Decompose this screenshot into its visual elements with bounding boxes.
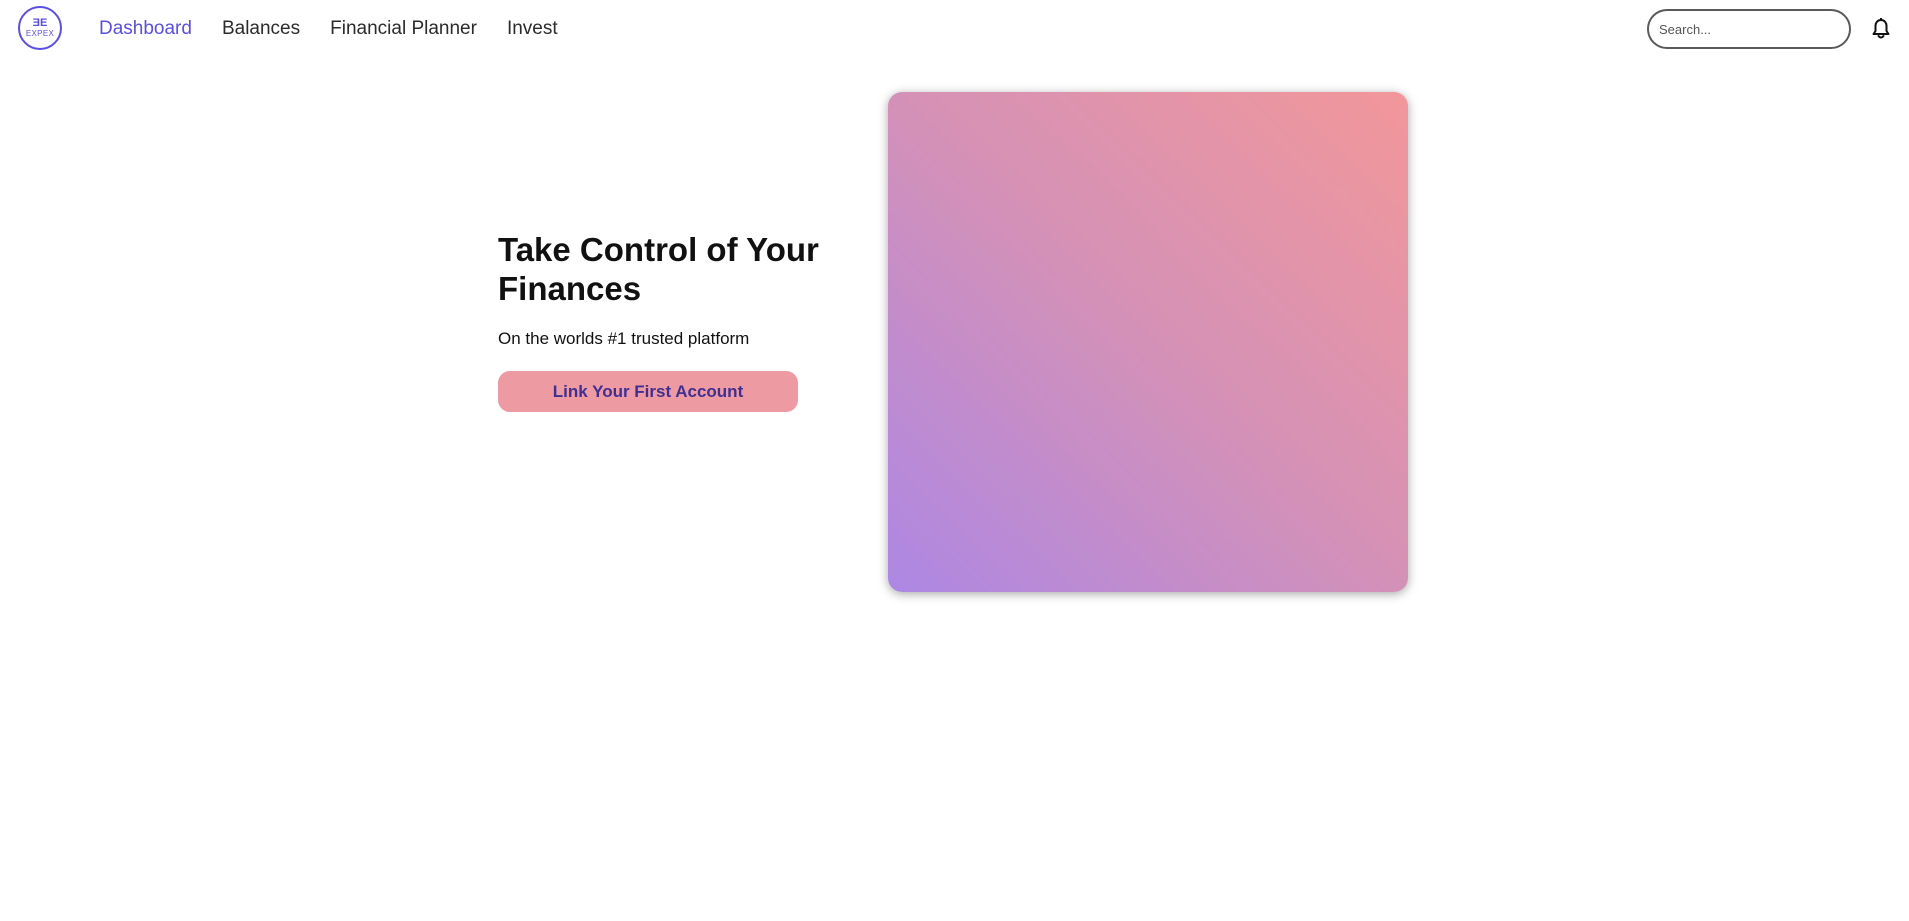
nav-financial-planner[interactable]: Financial Planner — [330, 17, 477, 40]
main-nav: Dashboard Balances Financial Planner Inv… — [99, 17, 558, 40]
hero-gradient-card — [888, 92, 1408, 592]
top-navbar: ƎE EXPEX Dashboard Balances Financial Pl… — [0, 0, 1909, 58]
logo-text: EXPEX — [25, 29, 55, 38]
nav-balances[interactable]: Balances — [222, 17, 300, 40]
search-input[interactable] — [1647, 9, 1851, 49]
expex-logo[interactable]: ƎE EXPEX — [18, 6, 62, 50]
hero-section: Take Control of Your Finances On the wor… — [498, 230, 858, 412]
link-account-button[interactable]: Link Your First Account — [498, 371, 798, 412]
bell-icon[interactable] — [1871, 18, 1891, 40]
nav-dashboard[interactable]: Dashboard — [99, 17, 192, 40]
hero-title: Take Control of Your Finances — [498, 231, 819, 307]
nav-invest[interactable]: Invest — [507, 17, 558, 40]
hero-subtitle: On the worlds #1 trusted platform — [498, 329, 750, 348]
logo-mark: ƎE — [32, 17, 48, 29]
